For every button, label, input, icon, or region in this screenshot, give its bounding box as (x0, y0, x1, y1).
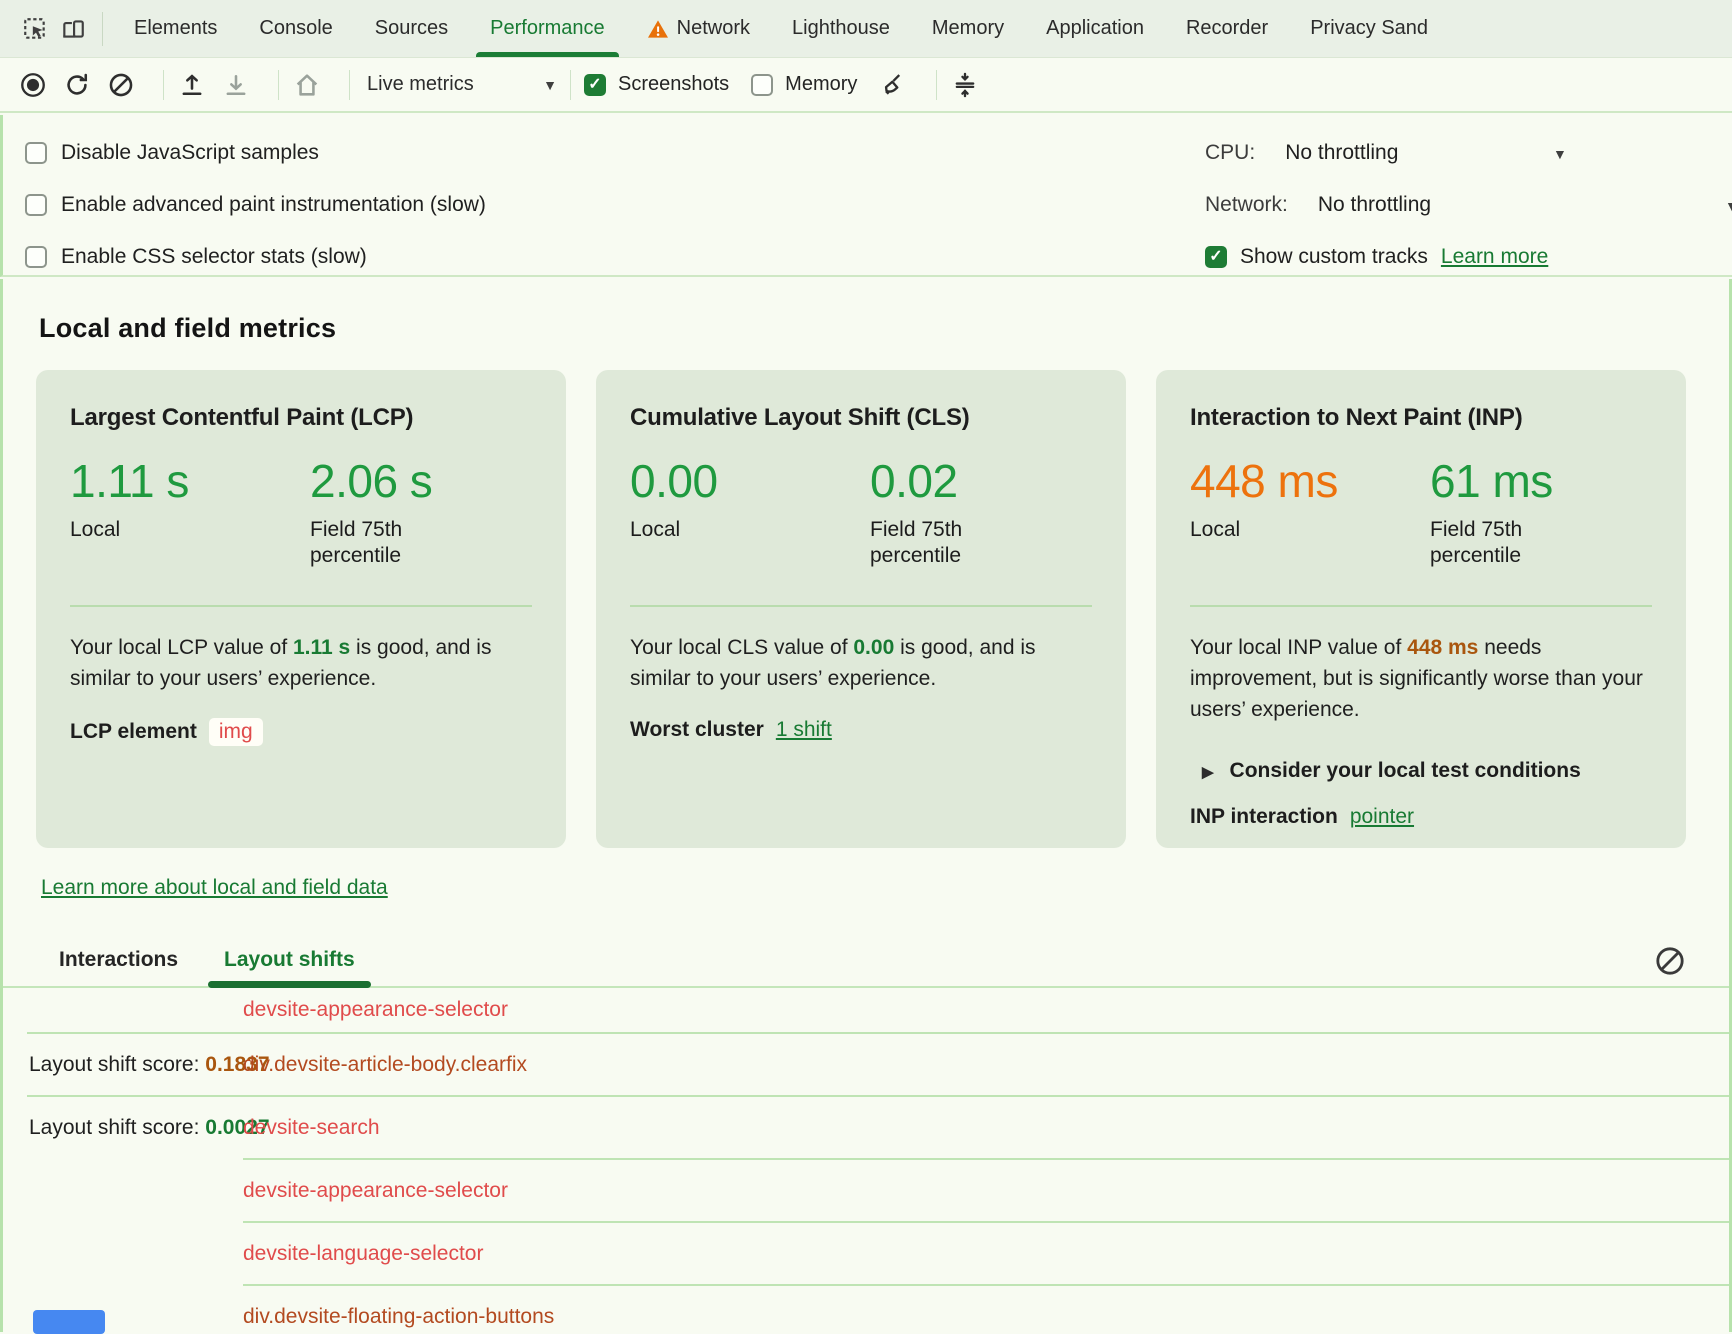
layout-shift-table: devsite-appearance-selector Layout shift… (3, 988, 1729, 1332)
table-row[interactable]: devsite-language-selector (3, 1223, 1729, 1284)
lcp-description: Your local LCP value of 1.11 s is good, … (70, 632, 532, 694)
tab-performance[interactable]: Performance (469, 0, 626, 57)
screenshots-toggle: Screenshots (584, 73, 729, 96)
metric-card-inp: Interaction to Next Paint (INP) 448 ms L… (1156, 370, 1686, 848)
field-data-learn-more-link[interactable]: Learn more about local and field data (41, 876, 388, 900)
tab-network[interactable]: Network (626, 0, 771, 57)
devtools-tab-bar: Elements Console Sources Performance Net… (0, 0, 1732, 58)
upload-profile-icon[interactable] (177, 70, 207, 100)
tab-application[interactable]: Application (1025, 0, 1165, 57)
collapse-tracks-icon[interactable] (950, 70, 980, 100)
inp-description: Your local INP value of 448 ms needs imp… (1190, 632, 1652, 725)
chevron-down-icon[interactable] (1725, 193, 1732, 217)
metric-cards: Largest Contentful Paint (LCP) 1.11 s Lo… (36, 370, 1729, 848)
tabbar-separator (102, 12, 103, 46)
capture-settings: Disable JavaScript samples Enable advanc… (0, 115, 1732, 277)
chevron-down-icon (543, 73, 557, 96)
card-title: Cumulative Layout Shift (CLS) (630, 404, 1092, 432)
shift-element-link[interactable]: devsite-appearance-selector (243, 1179, 508, 1203)
garbage-collect-icon[interactable] (879, 70, 909, 100)
memory-checkbox[interactable] (751, 74, 773, 96)
download-profile-icon[interactable] (221, 70, 251, 100)
panel-mode-select[interactable]: Live metrics (367, 73, 557, 96)
card-title: Largest Contentful Paint (LCP) (70, 404, 532, 432)
performance-toolbar: Live metrics Screenshots Memory (0, 58, 1732, 113)
memory-toggle: Memory (751, 73, 857, 96)
toolbar-separator (570, 70, 571, 100)
shift-element-link[interactable]: devsite-search (243, 1116, 380, 1140)
setting-css-selector-stats: Enable CSS selector stats (slow) (25, 245, 367, 269)
focus-highlight (33, 1310, 105, 1334)
lcp-field-value: 2.06 s (310, 454, 460, 508)
toolbar-separator (278, 70, 279, 100)
tab-sources[interactable]: Sources (354, 0, 469, 57)
setting-disable-js-samples: Disable JavaScript samples (25, 141, 319, 165)
page-title: Local and field metrics (39, 313, 1729, 344)
chevron-down-icon[interactable] (1553, 141, 1567, 165)
tab-privacy-sandbox[interactable]: Privacy Sand (1289, 0, 1449, 57)
cls-local-value: 0.00 (630, 454, 870, 508)
record-button[interactable] (18, 70, 48, 100)
toolbar-separator (163, 70, 164, 100)
card-title: Interaction to Next Paint (INP) (1190, 404, 1652, 432)
live-metrics-view: Local and field metrics Largest Contentf… (0, 279, 1732, 1332)
lcp-element-link[interactable]: img (209, 718, 263, 746)
lcp-local-value: 1.11 s (70, 454, 310, 508)
inspect-element-icon[interactable] (16, 10, 54, 48)
inp-field-value: 61 ms (1430, 454, 1580, 508)
cls-description: Your local CLS value of 0.00 is good, an… (630, 632, 1092, 694)
cpu-throttling-row: CPU: No throttling (1205, 141, 1573, 165)
network-throttling-select[interactable]: No throttling (1318, 193, 1431, 217)
device-toolbar-icon[interactable] (54, 10, 92, 48)
screenshots-checkbox[interactable] (584, 74, 606, 96)
local-test-conditions-expander[interactable]: Consider your local test conditions (1190, 759, 1652, 783)
reload-record-icon[interactable] (62, 70, 92, 100)
setting-advanced-paint: Enable advanced paint instrumentation (s… (25, 193, 486, 217)
table-row[interactable]: div.devsite-floating-action-buttons (3, 1286, 1729, 1332)
clear-log-icon[interactable] (1653, 944, 1687, 978)
triangle-right-icon (1202, 759, 1214, 783)
log-tab-bar: Interactions Layout shifts (3, 948, 1729, 988)
network-throttling-row: Network: No throttling (1205, 193, 1732, 217)
css-selector-stats-checkbox[interactable] (25, 246, 47, 268)
home-icon[interactable] (292, 70, 322, 100)
shift-element-link[interactable]: devsite-language-selector (243, 1242, 483, 1266)
custom-tracks-checkbox[interactable] (1205, 246, 1227, 268)
toolbar-separator (349, 70, 350, 100)
cls-field-value: 0.02 (870, 454, 1020, 508)
table-row[interactable]: devsite-appearance-selector (3, 1160, 1729, 1221)
shift-element-link[interactable]: div.devsite-floating-action-buttons (243, 1305, 554, 1329)
tab-layout-shifts[interactable]: Layout shifts (224, 948, 355, 972)
inp-local-value: 448 ms (1190, 454, 1430, 508)
screenshots-label: Screenshots (618, 73, 729, 96)
worst-cluster-link[interactable]: 1 shift (776, 718, 832, 742)
metric-card-lcp: Largest Contentful Paint (LCP) 1.11 s Lo… (36, 370, 566, 848)
tab-console[interactable]: Console (238, 0, 353, 57)
warning-icon (647, 19, 669, 39)
tab-interactions[interactable]: Interactions (59, 948, 178, 972)
table-row[interactable]: Layout shift score: 0.0027 devsite-searc… (3, 1097, 1729, 1158)
tab-lighthouse[interactable]: Lighthouse (771, 0, 911, 57)
metric-card-cls: Cumulative Layout Shift (CLS) 0.00 Local… (596, 370, 1126, 848)
cpu-throttling-select[interactable]: No throttling (1285, 141, 1398, 165)
tab-memory[interactable]: Memory (911, 0, 1025, 57)
tab-recorder[interactable]: Recorder (1165, 0, 1289, 57)
inp-interaction-link[interactable]: pointer (1350, 805, 1414, 829)
table-row[interactable]: devsite-appearance-selector (3, 988, 1729, 1032)
custom-tracks-learn-more-link[interactable]: Learn more (1441, 245, 1548, 269)
clear-icon[interactable] (106, 70, 136, 100)
tab-elements[interactable]: Elements (113, 0, 238, 57)
shift-element-link[interactable]: devsite-appearance-selector (243, 998, 508, 1022)
shift-element-link[interactable]: div.devsite-article-body.clearfix (243, 1053, 527, 1077)
memory-label: Memory (785, 73, 857, 96)
disable-js-samples-checkbox[interactable] (25, 142, 47, 164)
toolbar-separator (936, 70, 937, 100)
advanced-paint-checkbox[interactable] (25, 194, 47, 216)
show-custom-tracks-row: Show custom tracks Learn more (1205, 245, 1548, 269)
table-row[interactable]: Layout shift score: 0.1837 div.devsite-a… (3, 1034, 1729, 1095)
